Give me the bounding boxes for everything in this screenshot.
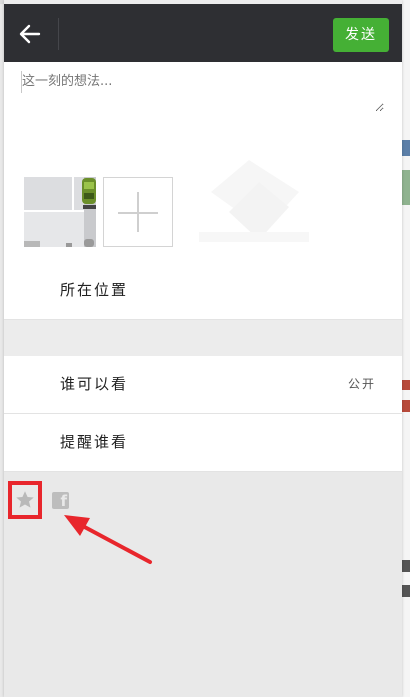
parking-photo-image [24,177,96,247]
facebook-icon[interactable]: f [52,492,69,510]
send-button[interactable]: 发送 [333,18,389,52]
thoughts-input[interactable] [20,68,384,112]
photo-thumbnail[interactable] [24,177,96,247]
background-watermark [199,160,309,242]
star-icon[interactable] [14,489,36,511]
remind-label: 提醒谁看 [60,433,129,451]
location-label: 所在位置 [60,281,129,299]
add-photo-button[interactable] [103,177,173,247]
visibility-row[interactable]: 谁可以看 公开 [4,356,402,414]
arrow-left-icon[interactable] [18,22,42,46]
header-divider [58,18,59,50]
visibility-value: 公开 [347,377,376,391]
post-composer-screen: 发送 这一刻的想法... 所在位置 谁可以看 公开 提醒谁看 [4,0,402,697]
location-row[interactable]: 所在位置 [4,262,402,320]
top-bar: 发送 [4,4,402,62]
section-separator [4,320,402,356]
visibility-label: 谁可以看 [60,375,129,393]
remind-row[interactable]: 提醒谁看 [4,414,402,472]
